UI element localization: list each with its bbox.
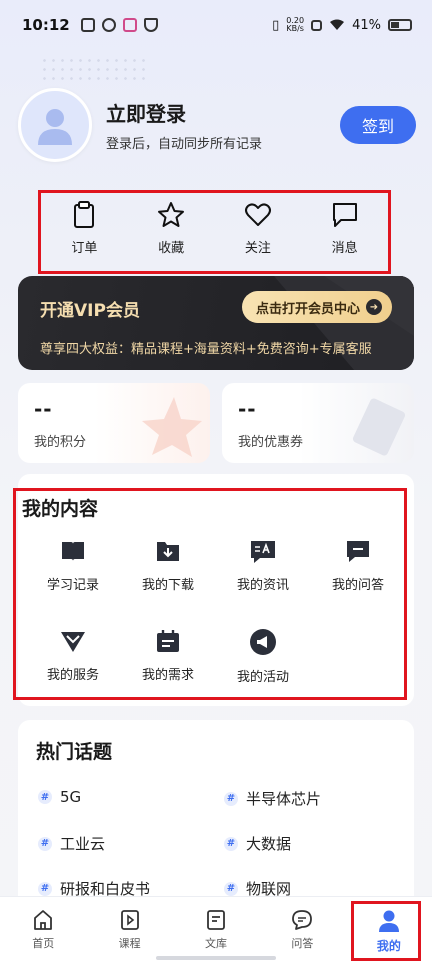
app-notification-icon [101,18,116,32]
coupons-value: -- [238,397,257,421]
coupon-decoration-icon [352,398,406,456]
content-item-label: 学习记录 [46,578,99,593]
content-item-services[interactable]: 我的服务 [26,628,120,683]
vip-button-label: 点击打开会员中心 [255,301,360,317]
avatar[interactable] [18,88,92,162]
vip-banner[interactable]: 开通VIP会员 点击打开会员中心 ➜ 尊享四大权益：精品课程+海量资料+免费咨询… [18,276,414,370]
home-indicator[interactable] [156,956,276,960]
hot-topics-title: 热门话题 [36,741,113,763]
star-icon [158,202,185,227]
tab-label: 首页 [32,937,55,950]
netspeed-unit: KB/s [286,24,304,33]
topic-item[interactable]: # 工业云 [38,833,105,854]
hashtag-icon: # [224,881,238,896]
login-link[interactable]: 立即登录 [106,98,262,127]
star-decoration-icon [142,397,202,457]
quick-action-orders[interactable]: 订单 [41,193,128,271]
signin-button[interactable]: 签到 [340,106,416,144]
status-time: 10:12 [22,16,70,34]
coupons-card[interactable]: -- 我的优惠券 [222,383,414,463]
default-avatar-icon [38,109,72,145]
qa-icon [347,541,369,562]
login-subtitle: 登录后，自动同步所有记录 [106,137,263,152]
content-item-label: 我的需求 [141,668,194,683]
hashtag-icon: # [38,836,52,851]
profile-header: 立即登录 登录后，自动同步所有记录 签到 [18,88,418,162]
my-content-title: 我的内容 [22,498,99,520]
active-tab-highlight [351,901,421,961]
content-item-label: 我的下载 [141,578,194,593]
quick-action-label: 收藏 [158,241,185,256]
quick-action-label: 关注 [244,241,271,256]
quick-action-follow[interactable]: 关注 [215,193,302,271]
service-icon [61,632,85,652]
vibrate-icon: ▯ [272,17,280,33]
status-bar: 10:12 ▯ 0.20 KB/s 41% [0,0,432,50]
tab-label: 课程 [118,937,141,950]
topic-item[interactable]: # 大数据 [224,833,291,854]
content-item-label: 我的服务 [46,668,99,683]
chat-icon [292,910,313,930]
quick-action-label: 消息 [331,241,358,256]
vip-title: 开通VIP会员 [40,301,140,321]
network-speed: 0.20 KB/s [286,17,304,33]
tab-label: 文库 [205,937,228,950]
vip-center-button[interactable]: 点击打开会员中心 ➜ [241,291,392,323]
hashtag-icon: # [224,791,238,806]
points-card[interactable]: -- 我的积分 [18,383,210,463]
content-item-label: 我的问答 [331,578,384,593]
shield-icon [143,18,158,32]
vip-description: 尊享四大权益：精品课程+海量资料+免费咨询+专属客服 [40,342,372,357]
message-icon [332,203,357,227]
topic-label: 半导体芯片 [246,790,322,808]
arrow-right-icon: ➜ [366,299,382,315]
tab-qa[interactable]: 问答 [259,897,345,964]
hashtag-icon: # [38,881,52,896]
points-label: 我的积分 [34,435,87,450]
book-icon [62,542,84,561]
download-folder-icon [157,542,179,561]
heart-icon [244,203,271,226]
topic-label: 工业云 [60,835,106,853]
content-item-qa[interactable]: 我的问答 [311,538,405,593]
notification-icon [80,18,95,32]
battery-icon [388,19,412,31]
app-notification-icon [122,18,137,32]
news-icon [251,541,275,563]
topic-label: 大数据 [246,835,292,853]
topic-label: 5G [60,788,82,806]
sim-icon [311,19,323,31]
content-item-activities[interactable]: 我的活动 [216,628,310,685]
coupons-label: 我的优惠券 [238,435,304,450]
decorative-dots [40,56,150,84]
clipboard-icon [74,201,95,228]
tab-library[interactable]: 文库 [173,897,259,964]
content-item-downloads[interactable]: 我的下载 [121,538,215,593]
hashtag-icon: # [38,790,52,804]
topic-item[interactable]: # 半导体芯片 [224,788,321,809]
points-value: -- [34,397,53,421]
quick-actions: 订单 收藏 关注 消息 [38,190,391,274]
content-item-demands[interactable]: 我的需求 [121,628,215,683]
tab-courses[interactable]: 课程 [86,897,172,964]
battery-percent: 41% [352,17,381,33]
content-item-news[interactable]: 我的资讯 [216,538,310,593]
tab-home[interactable]: 首页 [0,897,86,964]
megaphone-icon [250,629,276,655]
course-icon [120,910,139,930]
hashtag-icon: # [224,836,238,851]
wifi-icon [330,19,345,30]
tab-label: 问答 [291,937,314,950]
content-item-label: 我的资讯 [236,578,289,593]
calendar-icon [157,630,179,652]
quick-action-favorites[interactable]: 收藏 [128,193,215,271]
content-item-label: 我的活动 [236,670,289,685]
quick-action-messages[interactable]: 消息 [301,193,388,271]
quick-action-label: 订单 [71,241,98,256]
topic-item[interactable]: # 5G [38,788,81,806]
library-icon [207,910,225,930]
content-item-study-records[interactable]: 学习记录 [26,538,120,593]
home-icon [34,910,53,930]
